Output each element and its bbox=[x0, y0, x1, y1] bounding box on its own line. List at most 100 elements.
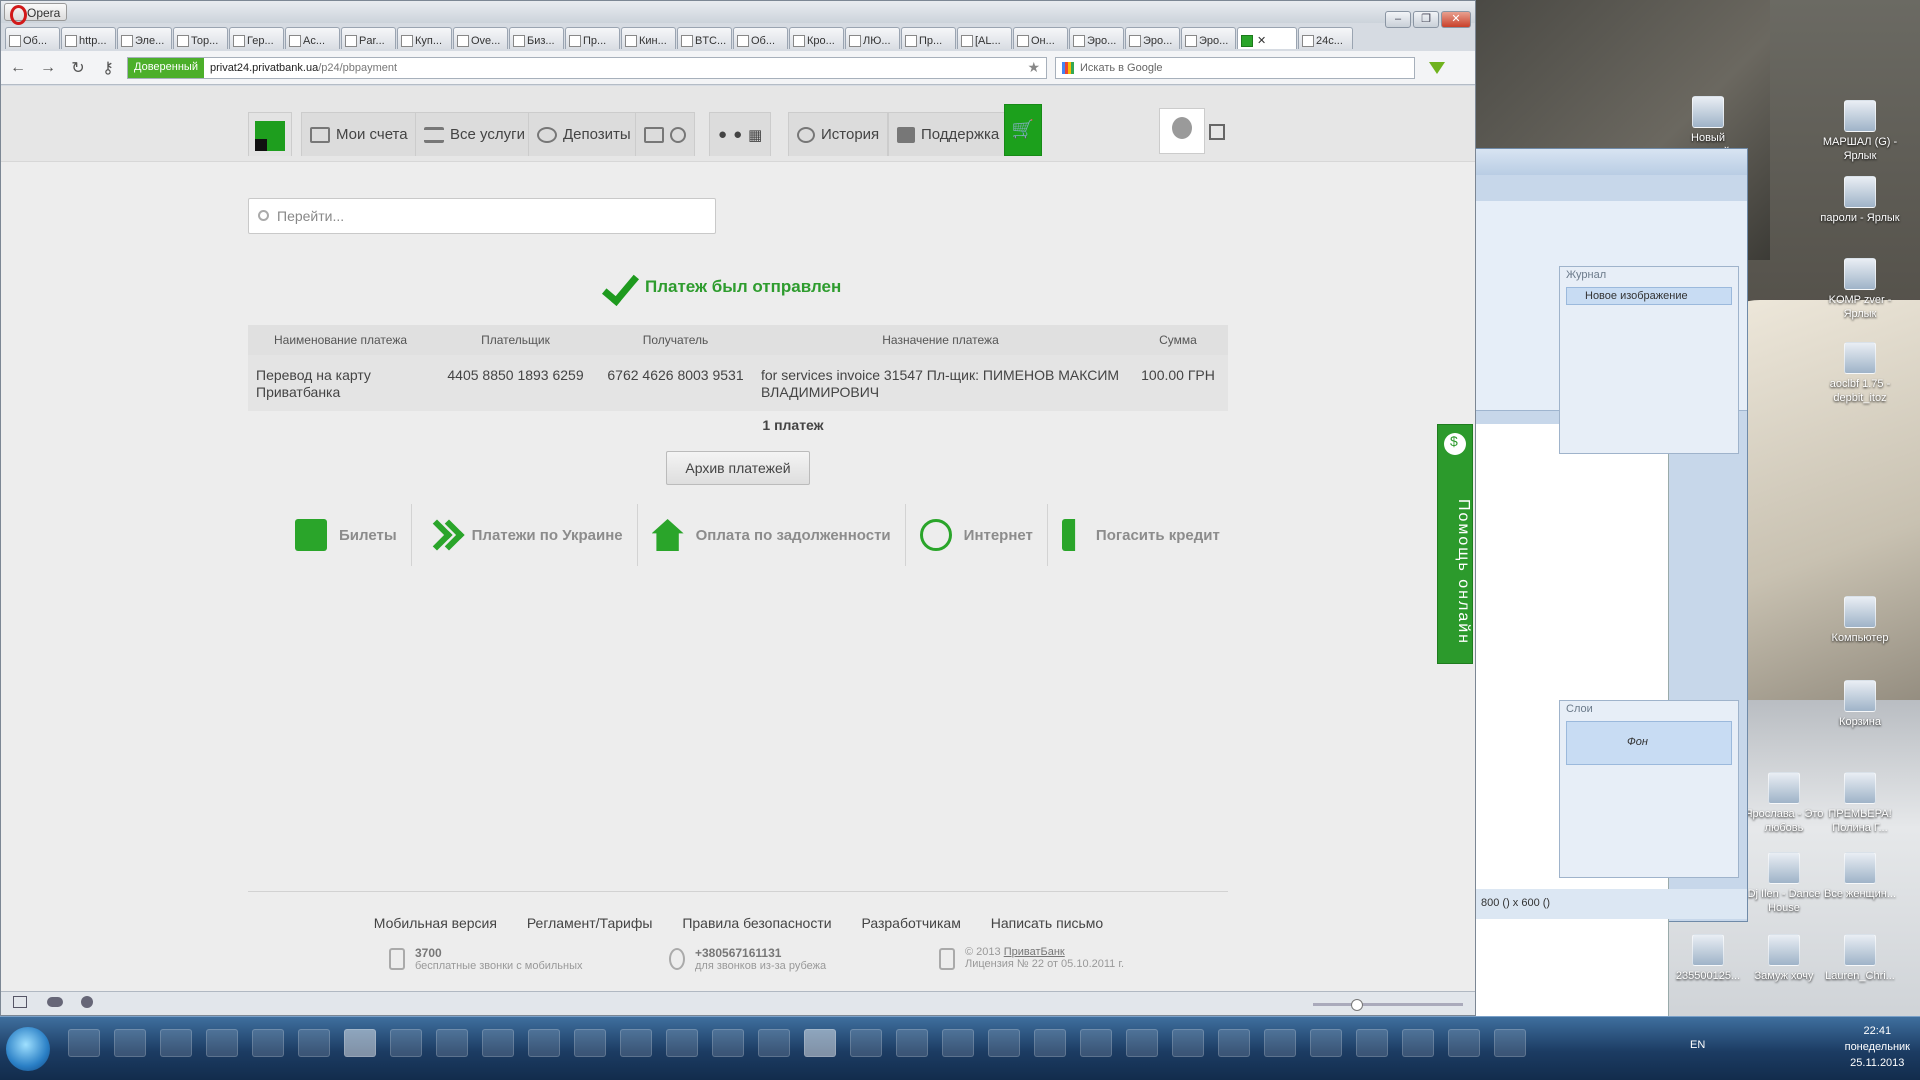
footer-link[interactable]: Мобильная версия bbox=[374, 915, 497, 931]
taskbar-app-icon[interactable] bbox=[68, 1029, 100, 1057]
browser-tab[interactable]: Эро... bbox=[1181, 27, 1236, 49]
desktop-icon[interactable]: Корзина bbox=[1812, 680, 1908, 729]
browser-tab[interactable]: Тор... bbox=[173, 27, 228, 49]
browser-tab[interactable]: Эро... bbox=[1125, 27, 1180, 49]
quick-link-tickets[interactable]: Билеты bbox=[281, 504, 412, 566]
language-indicator[interactable]: EN bbox=[1690, 1039, 1705, 1051]
nav-history[interactable]: История bbox=[788, 112, 889, 156]
desktop-icon[interactable]: Компьютер bbox=[1812, 596, 1908, 645]
desktop-icon[interactable]: пароли - Ярлык bbox=[1812, 176, 1908, 225]
browser-tab[interactable]: Биз... bbox=[509, 27, 564, 49]
start-button[interactable] bbox=[6, 1027, 50, 1071]
browser-tab[interactable]: Кин... bbox=[621, 27, 676, 49]
key-icon[interactable]: ⚷ bbox=[97, 58, 119, 78]
reload-icon[interactable]: ↻ bbox=[67, 58, 89, 78]
browser-tab[interactable]: BTC... bbox=[677, 27, 732, 49]
taskbar-app-icon[interactable] bbox=[896, 1029, 928, 1057]
browser-tab-active[interactable]: ✕ bbox=[1237, 27, 1297, 49]
browser-tab[interactable]: Par... bbox=[341, 27, 396, 49]
browser-tab[interactable]: Он... bbox=[1013, 27, 1068, 49]
browser-tab[interactable]: Пр... bbox=[901, 27, 956, 49]
browser-tab[interactable]: Гер... bbox=[229, 27, 284, 49]
editor-titlebar[interactable] bbox=[1471, 149, 1747, 175]
minimize-icon[interactable]: – bbox=[1385, 11, 1411, 28]
nav-deposits[interactable]: Депозиты bbox=[528, 112, 640, 156]
taskbar-app-icon[interactable] bbox=[114, 1029, 146, 1057]
taskbar-app-icon[interactable] bbox=[1310, 1029, 1342, 1057]
taskbar-app-icon[interactable] bbox=[528, 1029, 560, 1057]
nav-tickets[interactable] bbox=[635, 112, 695, 156]
address-bar[interactable]: Доверенный privat24.privatbank.ua/p24/pb… bbox=[127, 56, 1047, 79]
taskbar-app-icon[interactable] bbox=[850, 1029, 882, 1057]
avatar[interactable] bbox=[1159, 108, 1205, 154]
privatbank-logo[interactable] bbox=[248, 112, 292, 156]
taskbar-app-icon[interactable] bbox=[620, 1029, 652, 1057]
tab-close-icon[interactable]: ✕ bbox=[1257, 34, 1266, 47]
cloud-icon[interactable] bbox=[47, 997, 63, 1007]
goto-input[interactable]: Перейти... bbox=[248, 198, 716, 234]
taskbar-app-icon[interactable] bbox=[1448, 1029, 1480, 1057]
browser-tab[interactable]: Куп... bbox=[397, 27, 452, 49]
footer-link[interactable]: Регламент/Тарифы bbox=[527, 915, 653, 931]
footer-link[interactable]: Написать письмо bbox=[991, 915, 1103, 931]
cart-icon[interactable]: 🛒 bbox=[1004, 104, 1042, 156]
taskbar-app-icon[interactable] bbox=[1126, 1029, 1158, 1057]
taskbar-app-icon[interactable] bbox=[988, 1029, 1020, 1057]
taskbar-app-icon[interactable] bbox=[666, 1029, 698, 1057]
taskbar-app-icon[interactable] bbox=[298, 1029, 330, 1057]
back-icon[interactable]: ← bbox=[7, 59, 29, 77]
taskbar-app-icon[interactable] bbox=[482, 1029, 514, 1057]
quick-link-debt[interactable]: Оплата по задолженности bbox=[638, 504, 906, 566]
taskbar-app-icon[interactable] bbox=[712, 1029, 744, 1057]
close-icon[interactable]: ✕ bbox=[1441, 11, 1471, 28]
quick-link-ukraine-payments[interactable]: Платежи по Украине bbox=[412, 504, 638, 566]
desktop-icon[interactable]: aoclbf 1.75 - depbit_itoz bbox=[1812, 342, 1908, 405]
browser-tab[interactable]: Пр... bbox=[565, 27, 620, 49]
taskbar-app-icon[interactable] bbox=[160, 1029, 192, 1057]
table-row[interactable]: Перевод на карту Приватбанка 4405 8850 1… bbox=[248, 355, 1228, 411]
history-panel[interactable]: Журнал Новое изображение bbox=[1559, 266, 1739, 454]
browser-tab[interactable]: Ove... bbox=[453, 27, 508, 49]
browser-tab[interactable]: ЛЮ... bbox=[845, 27, 900, 49]
taskbar-app-icon[interactable] bbox=[1172, 1029, 1204, 1057]
taskbar-app-icon[interactable] bbox=[1402, 1029, 1434, 1057]
browser-titlebar[interactable]: Opera – ❐ ✕ bbox=[1, 1, 1475, 28]
history-item[interactable]: Новое изображение bbox=[1566, 287, 1732, 305]
logout-icon[interactable] bbox=[1209, 124, 1225, 140]
download-icon[interactable] bbox=[1429, 61, 1445, 74]
nav-support[interactable]: Поддержка bbox=[888, 112, 1009, 156]
taskbar-app-icon[interactable] bbox=[206, 1029, 238, 1057]
desktop-icon[interactable]: KOMP zver - Ярлык bbox=[1812, 258, 1908, 321]
layers-panel[interactable]: Слои Фон bbox=[1559, 700, 1739, 878]
taskbar-app-icon[interactable] bbox=[1080, 1029, 1112, 1057]
browser-tab[interactable]: Кро... bbox=[789, 27, 844, 49]
browser-tab[interactable]: 24с... bbox=[1298, 27, 1353, 49]
help-online-tab[interactable]: Помощь онлайн bbox=[1437, 424, 1473, 664]
quick-link-credit[interactable]: Погасить кредит bbox=[1048, 504, 1234, 566]
desktop-icon[interactable]: Lauren_Chri... bbox=[1812, 934, 1908, 983]
footer-link[interactable]: Разработчикам bbox=[861, 915, 960, 931]
maximize-icon[interactable]: ❐ bbox=[1413, 11, 1439, 28]
trusted-badge[interactable]: Доверенный bbox=[128, 57, 204, 78]
footer-link[interactable]: Правила безопасности bbox=[682, 915, 831, 931]
browser-tab[interactable]: Ас... bbox=[285, 27, 340, 49]
zoom-slider[interactable] bbox=[1313, 999, 1463, 1011]
desktop-icon[interactable]: Все женщин... bbox=[1812, 852, 1908, 901]
opera-menu-button[interactable]: Opera bbox=[4, 3, 68, 25]
taskbar-app-icon[interactable] bbox=[1034, 1029, 1066, 1057]
taskbar-opera-icon[interactable] bbox=[804, 1029, 836, 1057]
desktop-icon[interactable]: МАРШАЛ (G) - Ярлык bbox=[1812, 100, 1908, 163]
nav-mobile-apps[interactable]: ● ● ▦ bbox=[709, 112, 772, 156]
forward-icon[interactable]: → bbox=[37, 59, 59, 77]
layer-item[interactable]: Фон bbox=[1566, 721, 1732, 765]
taskbar-app-icon[interactable] bbox=[1356, 1029, 1388, 1057]
archive-button[interactable]: Архив платежей bbox=[666, 451, 810, 485]
browser-tab[interactable]: Эро... bbox=[1069, 27, 1124, 49]
taskbar-app-icon[interactable] bbox=[758, 1029, 790, 1057]
taskbar-app-icon[interactable] bbox=[390, 1029, 422, 1057]
taskbar-app-icon[interactable] bbox=[436, 1029, 468, 1057]
turbo-icon[interactable] bbox=[81, 996, 93, 1008]
nav-my-accounts[interactable]: Мои счета bbox=[301, 112, 417, 156]
browser-tab[interactable]: Об... bbox=[733, 27, 788, 49]
taskbar-app-icon[interactable] bbox=[574, 1029, 606, 1057]
